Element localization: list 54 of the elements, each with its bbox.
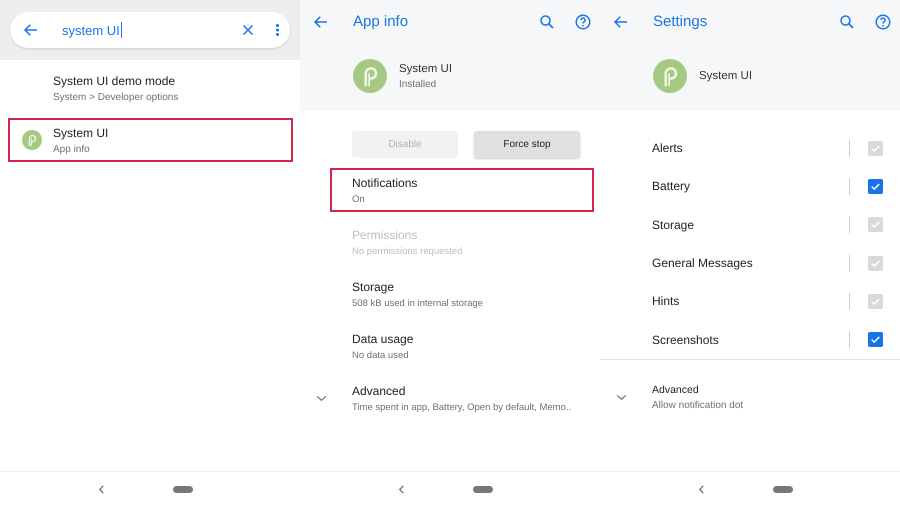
- item-subtitle: Time spent in app, Battery, Open by default, Memo..: [352, 402, 572, 412]
- home-button[interactable]: [173, 486, 193, 492]
- help-icon[interactable]: [574, 12, 592, 30]
- back-icon[interactable]: [697, 484, 706, 494]
- settings-item[interactable]: Storage 508 kB used in internal storage: [308, 272, 594, 316]
- item-subtitle: 508 kB used in internal storage: [352, 298, 483, 308]
- item-title: Storage: [352, 280, 396, 294]
- result-title: System UI: [53, 126, 108, 140]
- item-title: Advanced: [352, 384, 406, 398]
- search-icon[interactable]: [838, 12, 856, 30]
- search-field[interactable]: system UI: [10, 12, 290, 48]
- search-query: system UI: [62, 22, 120, 38]
- search-result[interactable]: System UI demo mode System > Developer options: [8, 66, 293, 110]
- checkbox[interactable]: [868, 332, 883, 348]
- category-label: General Messages: [652, 256, 754, 270]
- item-title: Data usage: [352, 332, 414, 346]
- category-label: Screenshots: [652, 332, 720, 347]
- page-title: App info: [353, 13, 410, 30]
- search-result[interactable]: System UI App info: [8, 118, 293, 162]
- item-subtitle: No data used: [352, 350, 410, 360]
- app-name: System UI: [699, 70, 752, 82]
- app-status: Installed: [399, 78, 438, 90]
- category-label: Alerts: [652, 141, 684, 156]
- app-name: System UI: [399, 62, 452, 74]
- home-button[interactable]: [773, 486, 793, 492]
- app-icon: [653, 59, 687, 93]
- home-button[interactable]: [473, 486, 493, 492]
- expand-chevron-icon: [616, 394, 627, 402]
- more-options-icon[interactable]: [275, 21, 280, 39]
- search-icon[interactable]: [538, 12, 556, 30]
- page-title: Settings: [653, 13, 708, 30]
- back-icon[interactable]: [97, 484, 106, 494]
- settings-item[interactable]: Notifications On: [308, 168, 594, 212]
- result-subtitle: System > Developer options: [53, 92, 178, 102]
- checkbox[interactable]: [868, 178, 883, 194]
- back-icon[interactable]: [397, 484, 406, 494]
- item-title: Advanced: [652, 384, 700, 396]
- settings-item[interactable]: Data usage No data used: [308, 324, 594, 368]
- result-title: System UI demo mode: [53, 74, 176, 88]
- category-label: Hints: [652, 294, 680, 308]
- app-icon: [22, 130, 42, 150]
- item-subtitle: No permissions requested: [352, 246, 462, 256]
- item-subtitle: Allow notification dot: [652, 400, 744, 412]
- expand-chevron-icon: [316, 394, 327, 402]
- category-label: Storage: [652, 218, 696, 232]
- force-stop-button[interactable]: Force stop: [474, 131, 580, 158]
- result-subtitle: App info: [53, 144, 91, 154]
- item-title: Permissions: [352, 228, 418, 242]
- settings-item[interactable]: Advanced Time spent in app, Battery, Open by default, Memo..: [308, 376, 594, 420]
- item-title: Notifications: [352, 176, 418, 190]
- category-label: Battery: [652, 179, 692, 194]
- help-icon[interactable]: [874, 12, 892, 30]
- app-icon: [353, 59, 387, 93]
- item-subtitle: On: [352, 194, 366, 204]
